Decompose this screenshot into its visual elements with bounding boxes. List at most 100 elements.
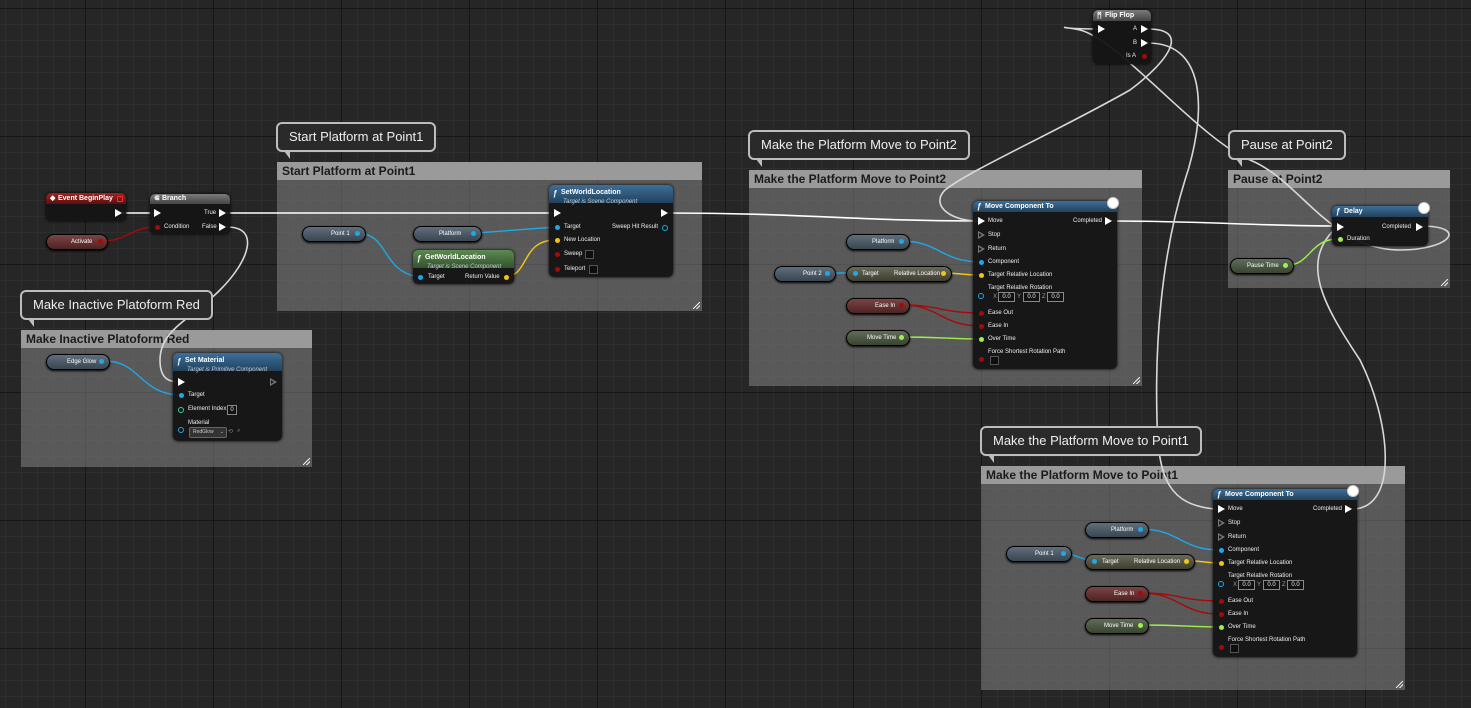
- node-set-material[interactable]: ƒ Set Material Target is Primitive Compo…: [173, 353, 282, 441]
- target-pin[interactable]: [418, 275, 423, 280]
- float-out-pin[interactable]: [899, 335, 904, 340]
- rot-z-field[interactable]: 0.0: [1047, 292, 1064, 302]
- exec-in-pin[interactable]: [1098, 25, 1105, 33]
- ease-out-pin[interactable]: [1138, 591, 1143, 596]
- exec-in-pin[interactable]: [154, 209, 161, 217]
- node-flip-flop[interactable]: ᛗ Flip Flop A B Is A: [1093, 10, 1151, 64]
- stop-exec-pin[interactable]: [1218, 519, 1225, 527]
- completed-exec-pin[interactable]: [1345, 505, 1352, 513]
- var-move-time[interactable]: Move Time: [1085, 618, 1149, 634]
- blueprint-graph-canvas[interactable]: Start Platform at Point1 Start Platform …: [0, 0, 1471, 708]
- var-move-time[interactable]: Move Time: [846, 330, 910, 346]
- a-exec-pin[interactable]: [1141, 25, 1148, 33]
- target-pin[interactable]: [179, 393, 184, 398]
- node-move-component-to-point2[interactable]: ƒ Move Component To Move Completed Stop …: [973, 197, 1119, 369]
- teleport-checkbox[interactable]: [589, 265, 598, 274]
- return-value-pin[interactable]: [504, 275, 509, 280]
- material-dropdown[interactable]: RedGlow ⌄: [189, 427, 227, 438]
- ease-out-pin[interactable]: [979, 311, 984, 316]
- teleport-pin[interactable]: [555, 267, 560, 272]
- force-shortest-pin[interactable]: [1219, 645, 1224, 650]
- component-pin[interactable]: [1219, 548, 1224, 553]
- var-platform[interactable]: Platform: [413, 226, 482, 242]
- target-rotation-pin[interactable]: [1218, 581, 1224, 587]
- browse-asset-icon[interactable]: ⟲: [228, 428, 233, 435]
- exec-in-pin[interactable]: [178, 378, 185, 386]
- var-platform[interactable]: Platform: [1085, 522, 1149, 538]
- over-time-pin[interactable]: [1219, 625, 1224, 630]
- float-out-pin[interactable]: [1138, 623, 1143, 628]
- resize-handle[interactable]: [303, 458, 310, 465]
- rot-y-field[interactable]: 0.0: [1023, 292, 1040, 302]
- var-activate[interactable]: Activate: [46, 234, 108, 250]
- node-move-component-to-point1[interactable]: ƒ Move Component To Move Completed Stop …: [1213, 485, 1359, 657]
- b-exec-pin[interactable]: [1141, 39, 1148, 47]
- delegate-pin[interactable]: [117, 196, 123, 202]
- var-point1[interactable]: Point 1: [302, 226, 366, 242]
- rot-x-field[interactable]: 0.0: [998, 292, 1015, 302]
- object-out-pin[interactable]: [99, 359, 104, 364]
- duration-pin[interactable]: [1338, 237, 1343, 242]
- comment-bubble-move1[interactable]: Make the Platform Move to Point1: [980, 426, 1202, 463]
- target-location-pin[interactable]: [1219, 561, 1224, 566]
- node-get-relative-location[interactable]: Target Relative Location: [846, 266, 952, 282]
- node-get-relative-location[interactable]: Target Relative Location: [1085, 554, 1195, 570]
- comment-title[interactable]: Make the Platform Move to Point1: [981, 466, 1405, 484]
- comment-bubble-move2[interactable]: Make the Platform Move to Point2: [748, 130, 970, 167]
- sweep-checkbox[interactable]: [585, 250, 594, 259]
- false-exec-pin[interactable]: [219, 223, 226, 231]
- object-out-pin[interactable]: [825, 271, 830, 276]
- element-index-field[interactable]: 0: [227, 405, 237, 415]
- return-exec-pin[interactable]: [1218, 533, 1225, 541]
- ease-out-pin[interactable]: [899, 303, 904, 308]
- sweep-pin[interactable]: [555, 252, 560, 257]
- rot-y-field[interactable]: 0.0: [1263, 580, 1280, 590]
- float-out-pin[interactable]: [1283, 263, 1288, 268]
- var-ease-in[interactable]: Ease In: [846, 298, 910, 314]
- search-icon[interactable]: ⌕: [237, 428, 240, 435]
- completed-exec-pin[interactable]: [1105, 217, 1112, 225]
- ease-in-pin[interactable]: [1219, 612, 1224, 617]
- object-out-pin[interactable]: [899, 239, 904, 244]
- ease-out-pin[interactable]: [1219, 599, 1224, 604]
- exec-out-pin[interactable]: [661, 209, 668, 217]
- comment-title[interactable]: Start Platform at Point1: [277, 162, 702, 180]
- comment-bubble-start[interactable]: Start Platform at Point1: [276, 122, 437, 159]
- resize-handle[interactable]: [1396, 681, 1403, 688]
- object-out-pin[interactable]: [1138, 527, 1143, 532]
- completed-exec-pin[interactable]: [1416, 223, 1423, 231]
- comment-bubble-pause2[interactable]: Pause at Point2: [1228, 130, 1346, 167]
- object-out-pin[interactable]: [1061, 551, 1066, 556]
- ease-in-pin[interactable]: [979, 324, 984, 329]
- rot-x-field[interactable]: 0.0: [1238, 580, 1255, 590]
- relative-location-pin[interactable]: [1184, 559, 1189, 564]
- material-pin[interactable]: [178, 427, 184, 433]
- node-set-world-location[interactable]: ƒ SetWorldLocation Target is Scene Compo…: [549, 185, 673, 277]
- exec-out-pin[interactable]: [270, 378, 277, 386]
- rot-z-field[interactable]: 0.0: [1287, 580, 1304, 590]
- comment-title[interactable]: Make the Platform Move to Point2: [749, 170, 1142, 188]
- element-index-pin[interactable]: [178, 407, 184, 413]
- condition-pin[interactable]: [155, 225, 160, 230]
- is-a-pin[interactable]: [1142, 54, 1147, 59]
- node-delay[interactable]: ƒ Delay Completed Duration: [1332, 202, 1430, 246]
- node-branch[interactable]: ⋐ Branch Condition True False: [150, 194, 230, 234]
- comment-bubble-inactive[interactable]: Make Inactive Platoform Red: [20, 290, 213, 327]
- resize-handle[interactable]: [1441, 279, 1448, 286]
- move-exec-pin[interactable]: [978, 217, 985, 225]
- var-ease-in[interactable]: Ease In: [1085, 586, 1149, 602]
- target-pin[interactable]: [555, 225, 560, 230]
- true-exec-pin[interactable]: [219, 209, 226, 217]
- var-point2[interactable]: Point 2: [774, 266, 836, 282]
- sweep-hit-result-pin[interactable]: [662, 225, 668, 231]
- relative-location-pin[interactable]: [941, 271, 946, 276]
- node-event-beginplay[interactable]: ◆ Event BeginPlay: [46, 193, 126, 221]
- comment-title[interactable]: Make Inactive Platoform Red: [21, 330, 312, 348]
- resize-handle[interactable]: [693, 302, 700, 309]
- component-pin[interactable]: [979, 260, 984, 265]
- new-location-pin[interactable]: [555, 238, 560, 243]
- stop-exec-pin[interactable]: [978, 231, 985, 239]
- target-location-pin[interactable]: [979, 273, 984, 278]
- exec-in-pin[interactable]: [554, 209, 561, 217]
- over-time-pin[interactable]: [979, 337, 984, 342]
